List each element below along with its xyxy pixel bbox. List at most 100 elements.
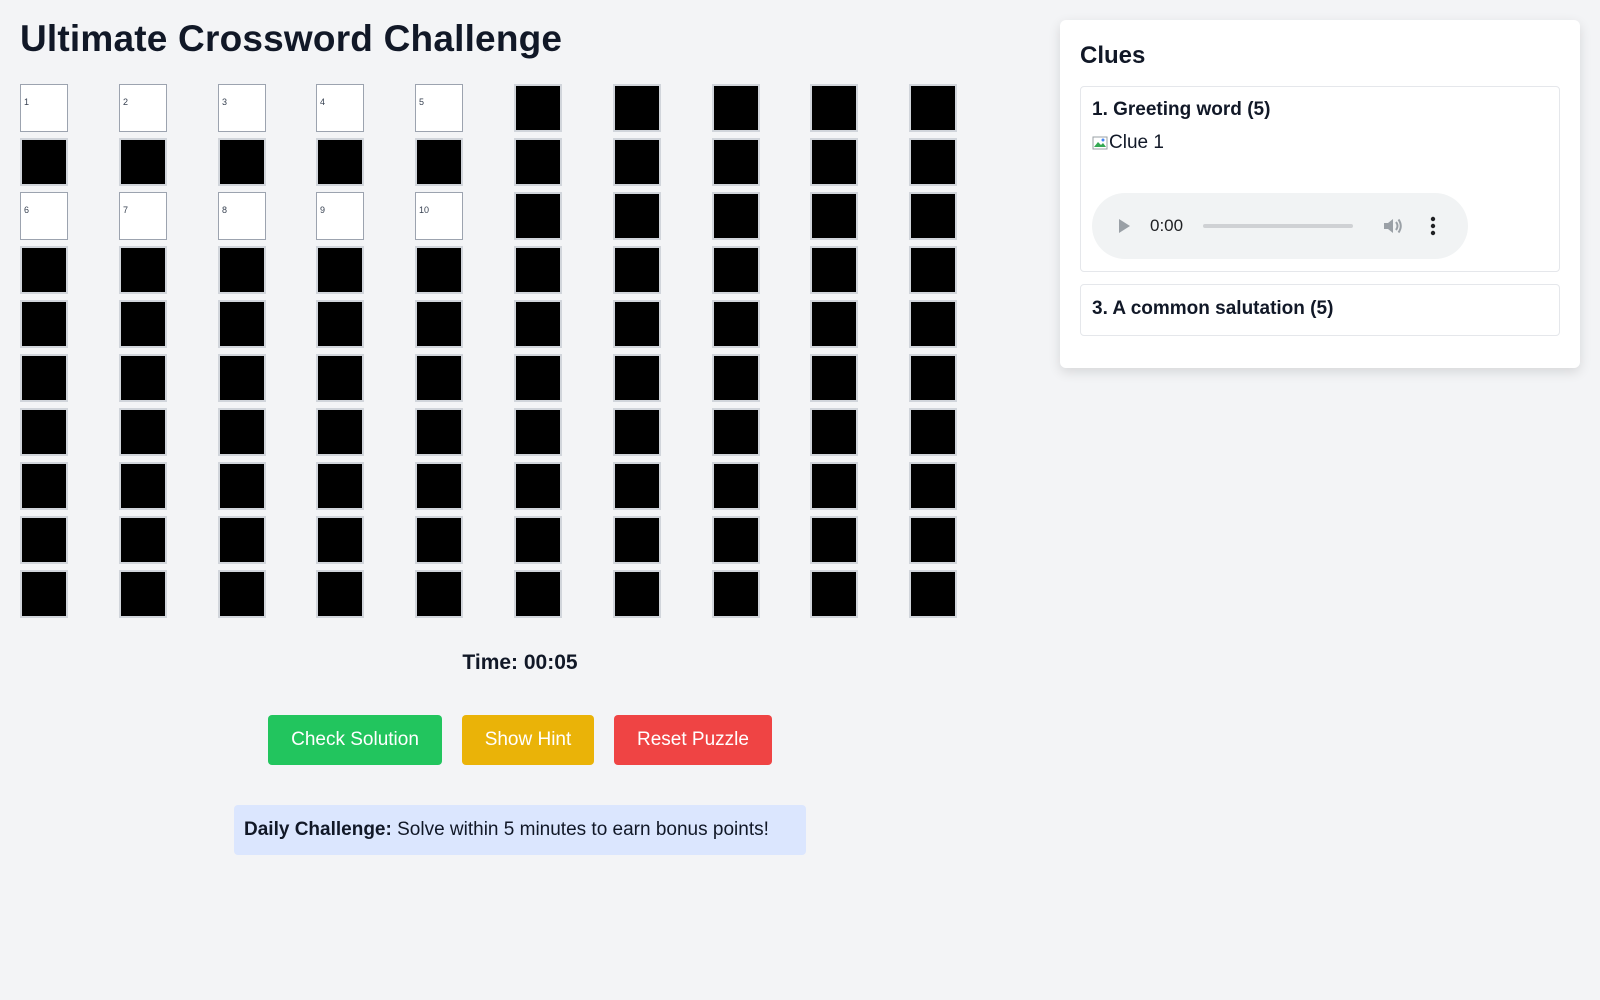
crossword-cell[interactable]: 1 bbox=[20, 84, 68, 132]
crossword-block bbox=[218, 246, 266, 294]
crossword-grid: 1 2 3 4 5 6 7 8 9 10 bbox=[20, 84, 975, 630]
crossword-cell[interactable]: 6 bbox=[20, 192, 68, 240]
clues-panel: Clues 1. Greeting word (5) Clue 1 0:00 3… bbox=[1060, 20, 1580, 368]
crossword-block bbox=[119, 408, 167, 456]
crossword-block bbox=[316, 300, 364, 348]
crossword-block bbox=[218, 138, 266, 186]
volume-icon[interactable] bbox=[1381, 214, 1405, 238]
cell-number: 7 bbox=[123, 205, 129, 215]
crossword-block bbox=[514, 570, 562, 618]
crossword-block bbox=[514, 84, 562, 132]
crossword-cell[interactable]: 9 bbox=[316, 192, 364, 240]
crossword-block bbox=[909, 354, 957, 402]
crossword-block bbox=[20, 354, 68, 402]
crossword-block bbox=[613, 138, 661, 186]
crossword-block bbox=[20, 516, 68, 564]
cell-number: 3 bbox=[222, 97, 228, 107]
crossword-block bbox=[810, 570, 858, 618]
crossword-block bbox=[119, 516, 167, 564]
crossword-block bbox=[20, 462, 68, 510]
cell-number: 10 bbox=[419, 205, 430, 215]
crossword-block bbox=[810, 84, 858, 132]
crossword-block bbox=[20, 246, 68, 294]
crossword-block bbox=[316, 246, 364, 294]
crossword-block bbox=[218, 462, 266, 510]
crossword-block bbox=[909, 462, 957, 510]
broken-image-icon bbox=[1092, 136, 1108, 150]
crossword-block bbox=[514, 462, 562, 510]
cell-number: 8 bbox=[222, 205, 228, 215]
timer: Time: 00:05 bbox=[462, 651, 578, 674]
crossword-block bbox=[613, 462, 661, 510]
crossword-block bbox=[119, 462, 167, 510]
crossword-block bbox=[810, 192, 858, 240]
cell-number: 2 bbox=[123, 97, 129, 107]
cell-number: 6 bbox=[24, 205, 30, 215]
crossword-block bbox=[316, 354, 364, 402]
crossword-block bbox=[909, 300, 957, 348]
crossword-block bbox=[119, 246, 167, 294]
crossword-block bbox=[514, 408, 562, 456]
crossword-block bbox=[712, 138, 760, 186]
crossword-block bbox=[909, 84, 957, 132]
crossword-block bbox=[514, 246, 562, 294]
crossword-block bbox=[613, 516, 661, 564]
page-title: Ultimate Crossword Challenge bbox=[20, 18, 563, 59]
crossword-block bbox=[316, 516, 364, 564]
clue-title[interactable]: 1. Greeting word (5) bbox=[1092, 99, 1548, 121]
crossword-cell[interactable]: 7 bbox=[119, 192, 167, 240]
crossword-block bbox=[712, 516, 760, 564]
crossword-block bbox=[316, 138, 364, 186]
crossword-block bbox=[909, 138, 957, 186]
crossword-block bbox=[119, 354, 167, 402]
crossword-block bbox=[613, 408, 661, 456]
check-solution-button[interactable]: Check Solution bbox=[268, 715, 442, 765]
crossword-block bbox=[119, 300, 167, 348]
crossword-block bbox=[218, 300, 266, 348]
clues-heading: Clues bbox=[1080, 42, 1146, 69]
crossword-block bbox=[415, 246, 463, 294]
crossword-block bbox=[909, 516, 957, 564]
crossword-cell[interactable]: 10 bbox=[415, 192, 463, 240]
crossword-block bbox=[810, 246, 858, 294]
crossword-block bbox=[810, 300, 858, 348]
daily-challenge-text: Solve within 5 minutes to earn bonus poi… bbox=[397, 819, 769, 840]
crossword-block bbox=[810, 408, 858, 456]
crossword-block bbox=[712, 462, 760, 510]
crossword-block bbox=[514, 300, 562, 348]
crossword-block bbox=[514, 192, 562, 240]
clue-card: 1. Greeting word (5) Clue 1 0:00 bbox=[1080, 86, 1560, 272]
crossword-block bbox=[712, 570, 760, 618]
audio-progress-bar[interactable] bbox=[1203, 224, 1354, 228]
crossword-block bbox=[415, 570, 463, 618]
crossword-block bbox=[20, 138, 68, 186]
crossword-block bbox=[316, 462, 364, 510]
crossword-block bbox=[415, 354, 463, 402]
crossword-block bbox=[810, 462, 858, 510]
play-icon[interactable] bbox=[1112, 214, 1136, 238]
crossword-block bbox=[613, 84, 661, 132]
cell-number: 4 bbox=[320, 97, 326, 107]
crossword-cell[interactable]: 5 bbox=[415, 84, 463, 132]
reset-puzzle-button[interactable]: Reset Puzzle bbox=[614, 715, 772, 765]
cell-number: 1 bbox=[24, 97, 30, 107]
crossword-block bbox=[613, 192, 661, 240]
more-vertical-icon[interactable] bbox=[1421, 214, 1445, 238]
crossword-block bbox=[316, 408, 364, 456]
crossword-block bbox=[20, 408, 68, 456]
crossword-block bbox=[119, 138, 167, 186]
crossword-block bbox=[415, 462, 463, 510]
crossword-block bbox=[514, 516, 562, 564]
show-hint-button[interactable]: Show Hint bbox=[462, 715, 594, 765]
crossword-block bbox=[613, 300, 661, 348]
crossword-cell[interactable]: 3 bbox=[218, 84, 266, 132]
clue-title[interactable]: 3. A common salutation (5) bbox=[1092, 298, 1548, 320]
crossword-cell[interactable]: 8 bbox=[218, 192, 266, 240]
crossword-cell[interactable]: 2 bbox=[119, 84, 167, 132]
daily-challenge-banner: Daily Challenge: Solve within 5 minutes … bbox=[234, 805, 806, 855]
crossword-cell[interactable]: 4 bbox=[316, 84, 364, 132]
crossword-block bbox=[712, 300, 760, 348]
audio-time: 0:00 bbox=[1150, 216, 1184, 235]
audio-player: 0:00 bbox=[1092, 193, 1468, 259]
controls: Check Solution Show Hint Reset Puzzle bbox=[20, 715, 1020, 765]
